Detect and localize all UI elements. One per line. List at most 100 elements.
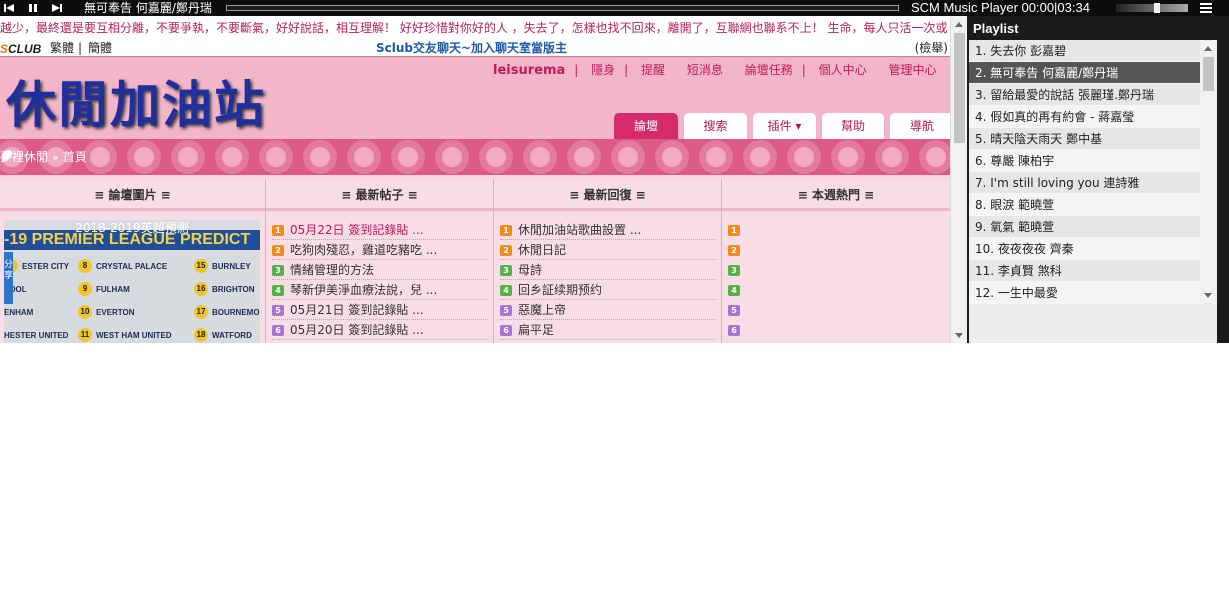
team-label: 8 CRYSTAL PALACE [78,256,167,278]
tab-help[interactable]: 幫助 [822,113,884,139]
rank-number-icon: 4 [728,285,740,296]
playlist-item[interactable]: 4. 假如真的再有約會 - 蔣嘉瑩 [969,106,1200,128]
scroll-thumb[interactable] [954,33,965,143]
post-title-link[interactable]: 吃狗肉殘忍，雞道吃豬吃 ... [290,243,437,257]
band-circle-inner [398,147,418,167]
messages-link[interactable]: 短消息 [687,63,723,77]
tab-navigation[interactable]: 導航 [890,113,950,139]
reply-title-link[interactable]: 休閒加油站歌曲設置 ... [518,223,641,237]
list-item[interactable]: 1 休閒加油站歌曲設置 ... [500,220,716,240]
playlist-item[interactable]: 3. 留給最愛的說話 張麗瑾.鄭丹瑞 [969,84,1200,106]
band-circle-inner [882,147,902,167]
team-name: ESTER CITY [22,262,70,271]
list-item: 4 [728,280,944,300]
scroll-up-icon[interactable] [1204,46,1212,51]
playlist-item[interactable]: 8. 眼淚 範曉萱 [969,194,1200,216]
post-title-link[interactable]: 05月20日 簽到記錄貼 ... [290,323,424,337]
forum-scrollbar[interactable] [950,16,967,343]
separator: | [574,63,579,77]
rank-number-icon: 2 [272,245,284,256]
list-item[interactable]: 4 琴新伊美淨血療法說，兒 ... [272,280,488,300]
list-item[interactable]: 4 回乡証续期预约 [500,280,716,300]
rank-number-icon: 5 [272,305,284,316]
playlist-item[interactable]: 7. I'm still loving you 連詩雅 [969,172,1200,194]
playlist-item[interactable]: 2. 無可奉告 何嘉麗/鄭丹瑞 [969,62,1200,84]
reply-title-link[interactable]: 休閒日記 [518,243,566,257]
playlist-item[interactable]: 5. 晴天陰天雨天 鄭中基 [969,128,1200,150]
share-button[interactable]: 分享 [4,252,13,304]
team-rank-badge: 18 [194,328,208,342]
menu-icon[interactable] [1200,3,1212,13]
progress-slider[interactable] [226,5,899,11]
playlist-item[interactable]: 12. 一生中最愛 [969,282,1200,304]
playlist-item[interactable]: 11. 李貞賢 煞科 [969,260,1200,282]
post-title-link[interactable]: 琴新伊美淨血療法說，兒 ... [290,283,437,297]
list-item: 2 [728,240,944,260]
tab-search[interactable]: 搜索 [684,113,747,139]
team-rank-badge: 17 [194,305,208,319]
scroll-up-icon[interactable] [955,22,963,27]
username-link[interactable]: leisurema [493,63,565,78]
playlist-item[interactable]: 9. 氧氣 範曉萱 [969,216,1200,238]
forum-tasks-link[interactable]: 論壇任務 [745,63,793,77]
sclub-logo[interactable]: SCLUB [0,41,41,57]
admin-center-link[interactable]: 管理中心 [888,63,936,77]
user-center-link[interactable]: 個人中心 [819,63,867,77]
volume-slider[interactable] [1116,3,1188,13]
site-logo[interactable]: 休閒加油站 [6,65,266,137]
report-link[interactable]: (檢舉) [915,40,948,56]
scroll-thumb[interactable] [1203,57,1214,91]
post-title-link[interactable]: 05月22日 簽到記錄貼 ... [290,223,424,237]
list-item[interactable]: 3 情緒管理的方法 [272,260,488,280]
tab-forum[interactable]: 論壇 [614,113,678,139]
list-item[interactable]: 2 休閒日記 [500,240,716,260]
reply-title-link[interactable]: 惡魔上帝 [518,303,566,317]
column-divider [265,179,266,343]
user-links: leisurema| 隱身| 提醒 短消息 論壇任務| 個人中心 管理中心 退出 [493,61,950,78]
hot-posts-list: 1 2 3 4 5 6 [728,220,944,340]
playlist-panel: Playlist 1. 失去你 彭嘉碧 2. 無可奉告 何嘉麗/鄭丹瑞 3. 留給最… [967,16,1229,343]
rank-number-icon: 1 [500,225,512,236]
sclub-topbar: SCLUB 繁體 | 簡體 Sclub交友聊天~加入聊天室當版主 (檢舉) [0,40,950,57]
playlist-item[interactable]: 10. 夜夜夜夜 齊秦 [969,238,1200,260]
reply-title-link[interactable]: 回乡証续期预约 [518,283,602,297]
playlist-item[interactable]: 6. 尊嚴 陳柏宇 [969,150,1200,172]
list-item[interactable]: 5 05月21日 簽到記錄貼 ... [272,300,488,320]
forum-picture[interactable]: -19 PREMIER LEAGUE PREDICT 2018-2019英超預測… [4,220,260,343]
scroll-down-icon[interactable] [955,333,963,338]
post-title-link[interactable]: 情緒管理的方法 [290,263,374,277]
playlist-item[interactable]: 1. 失去你 彭嘉碧 [969,40,1200,62]
reply-title-link[interactable]: 扁平足 [518,323,554,337]
list-item[interactable]: 5 惡魔上帝 [500,300,716,320]
team-label: 11 WEST HAM UNITED [78,325,172,343]
rank-number-icon: 1 [728,225,740,236]
sclub-logo-s: S [0,42,9,56]
tab-plugins[interactable]: 插件 ▾ [753,113,816,139]
scroll-down-icon[interactable] [1204,293,1212,298]
invisible-link[interactable]: 隱身 [591,63,615,77]
band-circle-inner [530,147,550,167]
post-title-link[interactable]: 05月21日 簽到記錄貼 ... [290,303,424,317]
volume-knob[interactable] [1154,3,1160,13]
rank-number-icon: 2 [500,245,512,256]
list-item[interactable]: 6 扁平足 [500,320,716,340]
rank-number-icon: 6 [500,325,512,336]
list-item[interactable]: 3 母詩 [500,260,716,280]
list-item: 6 [728,320,944,340]
traditional-chinese-link[interactable]: 繁體 [50,40,74,56]
forum-columns: ≡ 論壇圖片 ≡ ≡ 最新帖子 ≡ ≡ 最新回復 ≡ ≡ 本週熱門 ≡ -19 … [0,179,950,343]
column-header-hot: ≡ 本週熱門 ≡ [722,179,950,211]
playlist-scrollbar[interactable] [1200,40,1217,304]
chat-room-link[interactable]: Sclub交友聊天~加入聊天室當版主 [376,40,567,56]
next-icon[interactable] [52,3,62,13]
list-item[interactable]: 2 吃狗肉殘忍，雞道吃豬吃 ... [272,240,488,260]
reply-title-link[interactable]: 母詩 [518,263,542,277]
reminder-link[interactable]: 提醒 [641,63,665,77]
pause-icon[interactable] [28,3,38,13]
previous-icon[interactable] [4,3,14,13]
team-name: ENHAM [4,308,34,317]
list-item[interactable]: 1 05月22日 簽到記錄貼 ... [272,220,488,240]
list-item[interactable]: 6 05月20日 簽到記錄貼 ... [272,320,488,340]
simplified-chinese-link[interactable]: 簡體 [88,40,112,56]
team-label: HESTER UNITED [4,325,68,343]
